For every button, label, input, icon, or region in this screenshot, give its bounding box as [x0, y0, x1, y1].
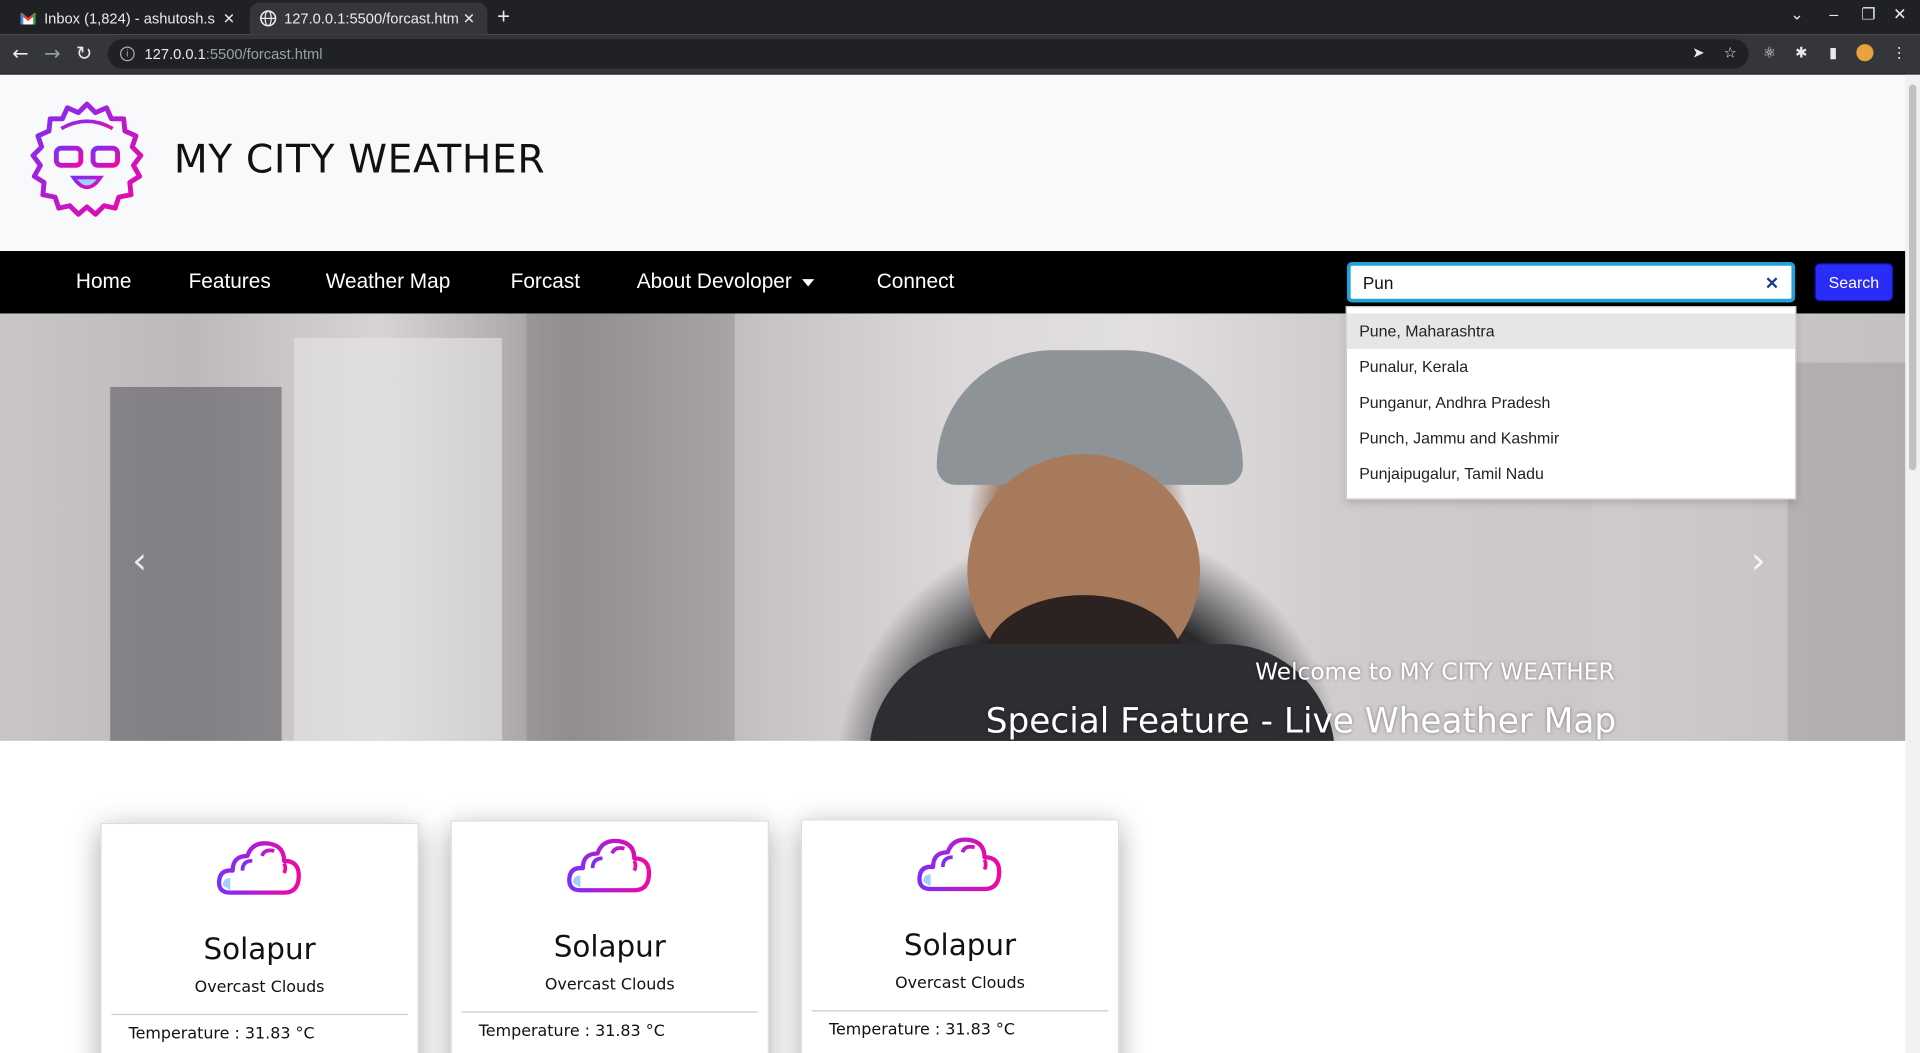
close-icon[interactable]: ✕ [220, 10, 237, 27]
minimize-icon[interactable]: – [1829, 5, 1838, 23]
suggestion-item[interactable]: Punalur, Kerala [1347, 349, 1795, 385]
suggestion-item[interactable]: Punganur, Andhra Pradesh [1347, 384, 1795, 420]
tab-title: 127.0.0.1:5500/forcast.htm [284, 9, 459, 27]
nav-about-dropdown[interactable]: About Devoloper [637, 269, 814, 293]
search-input[interactable]: Pun ✕ [1346, 262, 1796, 303]
react-devtools-icon[interactable]: ⚛ [1761, 44, 1778, 61]
nav-connect[interactable]: Connect [877, 269, 955, 293]
caret-down-icon [801, 278, 814, 286]
nav-home[interactable]: Home [76, 269, 132, 293]
hero-caption-large: Special Feature - Live Wheather Map [985, 700, 1617, 741]
carousel-prev-icon[interactable]: ‹ [132, 540, 147, 583]
brand-header: MY CITY WEATHER [0, 74, 1906, 252]
forecast-card: Solapur Overcast Clouds Temperature : 31… [450, 820, 769, 1053]
browser-tabstrip: Inbox (1,824) - ashutosh.s ✕ 127.0.0.1:5… [0, 0, 1920, 35]
search-input-value: Pun [1362, 272, 1394, 293]
hero-building [1787, 362, 1906, 741]
avatar[interactable] [1856, 44, 1874, 62]
nav-features[interactable]: Features [189, 269, 271, 293]
page-scrollbar[interactable] [1905, 74, 1920, 1053]
tab-gmail[interactable]: Inbox (1,824) - ashutosh.s ✕ [10, 2, 248, 34]
url-path: :5500/forcast.html [205, 45, 323, 63]
send-icon[interactable]: ➤ [1690, 44, 1707, 61]
card-city: Solapur [203, 931, 316, 967]
forecast-cards: Solapur Overcast Clouds Temperature : 31… [0, 741, 1905, 1053]
card-city: Solapur [903, 928, 1017, 963]
cloud-icon [567, 838, 652, 893]
restore-icon[interactable]: ❐ [1861, 5, 1875, 25]
suggestion-item[interactable]: Punch, Jammu and Kashmir [1347, 420, 1795, 456]
main-navbar: Home Features Weather Map Forcast About … [0, 251, 1906, 314]
brand-title: MY CITY WEATHER [173, 135, 546, 183]
nav-weather-map[interactable]: Weather Map [326, 269, 451, 293]
gmail-icon [20, 10, 37, 27]
side-panel-icon[interactable]: ▮ [1825, 44, 1842, 61]
card-divider [111, 1013, 408, 1016]
browser-toolbar: ← → ↻ i 127.0.0.1:5500/forcast.html ➤ ☆ … [0, 34, 1920, 75]
suggestion-item[interactable]: Pune, Maharashtra [1346, 313, 1796, 349]
forward-icon[interactable]: → [44, 42, 60, 65]
cloud-icon [216, 841, 301, 895]
cloud-icon [917, 837, 1002, 892]
new-tab-button[interactable]: + [497, 4, 510, 30]
card-city: Solapur [553, 929, 666, 964]
forecast-card: Solapur Overcast Clouds Temperature : 31… [800, 819, 1120, 1053]
url-host: 127.0.0.1 [144, 45, 206, 63]
close-icon[interactable]: ✕ [460, 10, 477, 27]
suggestion-item[interactable]: Punjaipugalur, Tamil Nadu [1347, 456, 1795, 492]
back-icon[interactable]: ← [12, 42, 28, 65]
forecast-card: Solapur Overcast Clouds Temperature : 31… [100, 822, 419, 1053]
tab-search-chevron-icon[interactable]: ⌄ [1790, 5, 1803, 25]
carousel-next-icon[interactable]: › [1751, 540, 1766, 583]
hero-caption-small: Welcome to MY CITY WEATHER [1255, 658, 1615, 686]
card-temperature: Temperature : 31.83 °C [128, 1024, 315, 1044]
card-description: Overcast Clouds [544, 975, 675, 995]
menu-icon[interactable]: ⋮ [1891, 44, 1908, 61]
card-temperature: Temperature : 31.83 °C [478, 1022, 665, 1041]
globe-icon [260, 10, 277, 27]
card-temperature: Temperature : 31.83 °C [828, 1021, 1016, 1040]
nav-forcast[interactable]: Forcast [511, 269, 580, 293]
hero-building [526, 313, 735, 741]
window-close-icon[interactable]: ✕ [1893, 5, 1906, 25]
tab-forcast[interactable]: 127.0.0.1:5500/forcast.htm ✕ [249, 2, 488, 35]
tab-title: Inbox (1,824) - ashutosh.s [44, 9, 215, 27]
scrollbar-thumb[interactable] [1908, 84, 1917, 471]
extensions-icon[interactable]: ✱ [1793, 44, 1810, 61]
clear-icon[interactable]: ✕ [1765, 273, 1779, 294]
hero-building [293, 337, 503, 741]
card-divider [461, 1011, 758, 1013]
info-icon[interactable]: i [120, 46, 135, 62]
search-suggestions: Pune, Maharashtra Punalur, Kerala Pungan… [1345, 306, 1797, 500]
sun-logo-icon [30, 101, 144, 217]
page-viewport: MY CITY WEATHER Home Features Weather Ma… [0, 74, 1906, 1053]
card-description: Overcast Clouds [194, 978, 325, 997]
card-divider [811, 1010, 1109, 1012]
search-button[interactable]: Search [1814, 263, 1894, 302]
reload-icon[interactable]: ↻ [76, 42, 92, 65]
address-bar[interactable]: i 127.0.0.1:5500/forcast.html [107, 39, 1749, 69]
star-icon[interactable]: ☆ [1722, 44, 1739, 61]
card-description: Overcast Clouds [895, 974, 1025, 994]
nav-about-label: About Devoloper [636, 269, 792, 293]
